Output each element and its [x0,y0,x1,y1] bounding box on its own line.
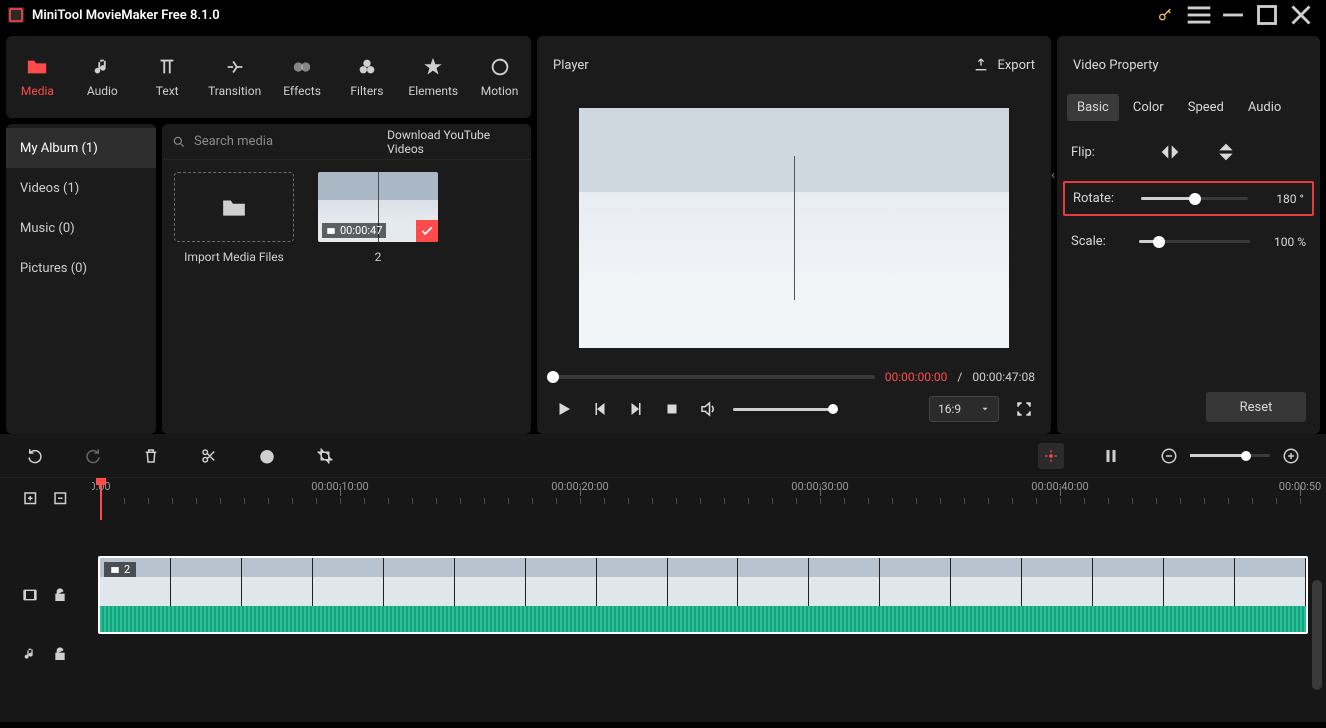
marker-button[interactable] [1038,443,1064,469]
media-clip-thumbnail[interactable]: 00:00:47 [318,172,438,242]
export-button[interactable]: Export [973,57,1035,73]
flip-horizontal-button[interactable] [1157,141,1183,163]
audio-track-lock-icon[interactable] [52,646,68,662]
timeline-vertical-scrollbar[interactable] [1312,580,1322,690]
maximize-button[interactable] [1250,0,1284,30]
flip-vertical-button[interactable] [1213,141,1239,163]
timeline-clip[interactable]: 2 [98,556,1308,634]
toolbar-effects[interactable]: Effects [279,56,326,98]
media-sidebar: My Album (1)Videos (1)Music (0)Pictures … [6,124,156,434]
toolbar-audio[interactable]: Audio [79,56,126,98]
speed-button[interactable] [256,445,278,467]
total-duration: 00:00:47:08 [972,370,1035,384]
toolbar-media[interactable]: Media [14,56,61,98]
volume-slider[interactable] [733,408,833,411]
sidebar-item-my[interactable]: My Album (1) [6,128,156,168]
video-track-lock-icon[interactable] [52,587,68,603]
stop-button[interactable] [661,398,683,420]
app-title: MiniTool MovieMaker Free 8.1.0 [32,8,220,23]
toolbar-text[interactable]: Text [144,56,191,98]
split-button[interactable] [198,445,220,467]
scale-value: 100 % [1260,235,1306,249]
tab-audio[interactable]: Audio [1238,94,1291,121]
prev-frame-button[interactable] [589,398,611,420]
player-progress-bar[interactable] [553,375,875,379]
close-button[interactable] [1284,0,1318,30]
zoom-in-button[interactable] [1280,445,1302,467]
search-icon [172,135,186,149]
timeline-area: 0:0000:00:10:0000:00:20:0000:00:30:0000:… [0,434,1326,722]
menu-icon[interactable] [1182,0,1216,30]
property-title: Video Property [1057,36,1320,94]
download-youtube-link[interactable]: Download YouTube Videos [368,128,521,156]
delete-button[interactable] [140,445,162,467]
activate-key-icon[interactable] [1148,0,1182,30]
volume-icon[interactable] [697,398,719,420]
zoom-out-button[interactable] [1158,445,1180,467]
player-title: Player [553,58,589,73]
app-logo [8,7,24,23]
rotate-row-highlight: Rotate: 180 ° [1063,181,1314,216]
video-track-icon [22,587,38,603]
player-viewport[interactable] [579,108,1009,348]
toolbar-motion[interactable]: Motion [476,56,523,98]
clip-added-check-icon [416,220,438,242]
toolbar-filters[interactable]: Filters [344,56,391,98]
property-panel: ‹ Video Property BasicColorSpeedAudio Fl… [1057,36,1320,434]
sidebar-item-videos[interactable]: Videos (1) [6,168,156,208]
current-time: 00:00:00:00 [885,370,948,384]
tab-basic[interactable]: Basic [1067,94,1119,121]
panel-collapse-handle[interactable]: ‹ [1049,164,1057,186]
flip-label: Flip: [1071,145,1129,160]
snap-button[interactable] [1100,445,1122,467]
search-input[interactable] [194,134,360,149]
aspect-ratio-dropdown[interactable]: 16:9 [929,396,999,422]
import-media-label: Import Media Files [184,250,284,264]
undo-button[interactable] [24,445,46,467]
preview-image [579,108,1009,348]
timeline-ruler[interactable]: 0:0000:00:10:0000:00:20:0000:00:30:0000:… [92,478,1326,520]
main-toolbar: Media Audio Text Transition Effects Filters El… [6,36,531,118]
tab-color[interactable]: Color [1123,94,1174,121]
remove-track-button[interactable] [52,490,70,508]
player-panel: Player Export 00:00:00:00 / 00:00:47:08 [537,36,1051,434]
playhead[interactable] [100,478,102,520]
reset-button[interactable]: Reset [1206,392,1306,422]
sidebar-item-music[interactable]: Music (0) [6,208,156,248]
tab-speed[interactable]: Speed [1178,94,1234,121]
crop-button[interactable] [314,445,336,467]
toolbar-transition[interactable]: Transition [209,56,261,98]
rotate-value: 180 ° [1258,192,1304,206]
minimize-button[interactable] [1216,0,1250,30]
redo-button[interactable] [82,445,104,467]
next-frame-button[interactable] [625,398,647,420]
property-tabs: BasicColorSpeedAudio [1057,94,1320,121]
play-button[interactable] [553,398,575,420]
sidebar-item-pictures[interactable]: Pictures (0) [6,248,156,288]
timeline-clip-label: 2 [104,562,136,577]
rotate-slider[interactable] [1141,197,1248,200]
scale-slider[interactable] [1139,240,1250,243]
scale-label: Scale: [1071,234,1129,249]
clip-duration-badge: 00:00:47 [322,223,386,238]
audio-track-icon [22,646,38,662]
media-clip-label: 2 [375,250,382,264]
rotate-label: Rotate: [1073,191,1131,206]
media-panel: Download YouTube Videos Import Media Fil… [162,124,531,434]
add-track-button[interactable] [22,490,40,508]
zoom-slider[interactable] [1190,454,1270,457]
import-media-button[interactable] [174,172,294,242]
toolbar-elements[interactable]: Elements [408,56,458,98]
title-bar: MiniTool MovieMaker Free 8.1.0 [0,0,1326,30]
clip-audio-waveform [100,606,1306,634]
fullscreen-button[interactable] [1013,398,1035,420]
